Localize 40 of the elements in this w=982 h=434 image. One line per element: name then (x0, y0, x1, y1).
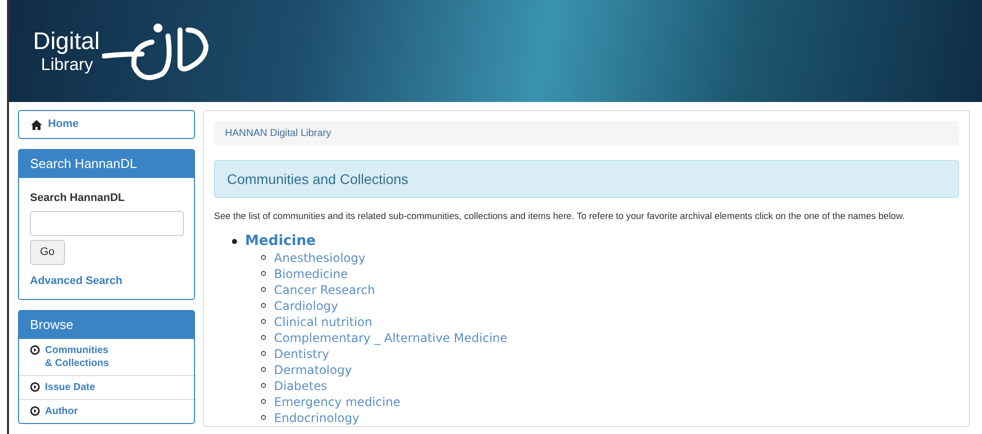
home-link[interactable]: Home (18, 110, 195, 139)
bullet-icon (261, 287, 266, 292)
home-icon (31, 120, 42, 130)
collection-link[interactable]: Dentistry (274, 344, 330, 363)
search-field[interactable] (30, 210, 184, 236)
advanced-search-link[interactable]: Advanced Search (30, 272, 122, 289)
browse-link[interactable]: Communities & Collections (19, 339, 194, 375)
collection-link[interactable]: Anesthesiology (274, 248, 366, 267)
collection-link[interactable]: Complementary _ Alternative Medicine (274, 328, 508, 347)
go-button[interactable]: Go (30, 240, 65, 264)
collection-link[interactable]: Endocrinology (274, 408, 360, 427)
field-label: Search HannanDL (30, 191, 125, 206)
browse-link[interactable]: Author (19, 399, 194, 423)
panel-title: Search HannanDL (19, 150, 194, 178)
bullet-icon (261, 367, 266, 372)
bullet-icon (261, 303, 266, 308)
collection-link[interactable]: Clinical nutrition (274, 312, 372, 331)
bullet-icon (261, 255, 266, 260)
bullet-icon (261, 383, 266, 388)
bullet-icon (261, 335, 266, 340)
collection-link[interactable]: Biomedicine (274, 264, 348, 283)
logo-text: Library (40, 54, 94, 72)
bullet-icon (261, 271, 266, 276)
bullet-icon (261, 319, 266, 324)
collection-link[interactable]: Cardiology (274, 296, 338, 315)
collection-link[interactable]: Emergency medicine (274, 392, 400, 411)
collection-link[interactable]: Diabetes (274, 376, 328, 395)
collection-link[interactable]: Dermatology (274, 360, 352, 379)
browse-link[interactable]: Issue Date (19, 375, 194, 399)
bullet-icon (261, 351, 266, 356)
community-link[interactable]: Medicine (245, 232, 316, 250)
breadcrumb-link[interactable]: HANNAN Digital Library (214, 121, 959, 145)
bullet-icon (232, 238, 237, 244)
intro-text: See the list of communities and its related sub-communities, collections and items here. To refere to your favorite archival elements click on the one of the names below. (214, 210, 906, 223)
page-title: Communities and Collections (214, 160, 959, 198)
logo-text: Digital (33, 30, 100, 54)
bullet-icon (261, 399, 266, 404)
panel-title: Browse (19, 311, 194, 339)
bullet-icon (261, 415, 266, 420)
collection-link[interactable]: Cancer Research (274, 280, 376, 299)
